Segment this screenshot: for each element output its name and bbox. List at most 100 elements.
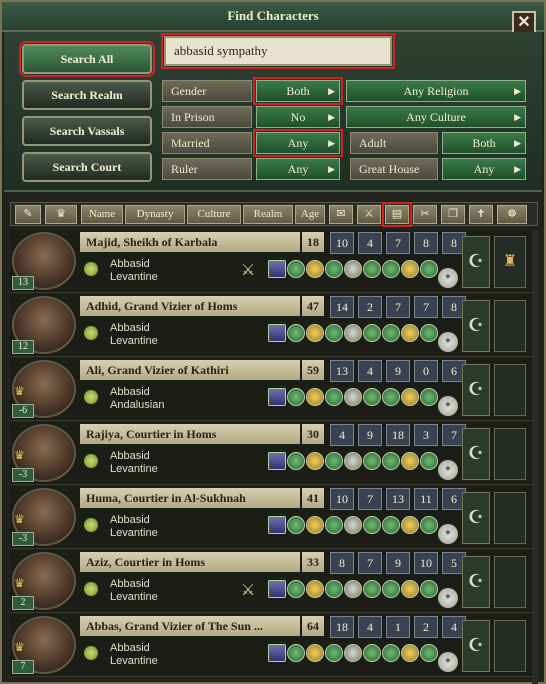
trait-icon[interactable] — [306, 580, 324, 598]
religion-panel[interactable]: ☪ — [462, 620, 490, 672]
title-panel[interactable] — [494, 556, 526, 608]
sort-crown-icon[interactable]: ♛ — [45, 205, 77, 224]
trait-icon[interactable] — [401, 388, 419, 406]
title-panel[interactable] — [494, 620, 526, 672]
trait-icon[interactable] — [382, 516, 400, 534]
ruler-select[interactable]: Any ▶ — [256, 158, 340, 180]
search-all-button[interactable]: Search All — [19, 41, 155, 77]
column-culture[interactable]: Culture — [187, 205, 241, 224]
trait-icon[interactable] — [306, 324, 324, 342]
trait-icon[interactable] — [363, 580, 381, 598]
column-realm[interactable]: Realm — [243, 205, 293, 224]
column-age[interactable]: Age — [295, 205, 325, 224]
trait-icon[interactable] — [401, 324, 419, 342]
gender-select[interactable]: Both ▶ — [253, 77, 343, 105]
title-panel[interactable] — [494, 492, 526, 544]
sort-portrait-icon[interactable]: ✎ — [15, 205, 41, 224]
religion-panel[interactable]: ☪ — [462, 428, 490, 480]
religion-panel[interactable]: ☪ — [462, 364, 490, 416]
trait-icon[interactable] — [363, 388, 381, 406]
trait-icon[interactable] — [287, 388, 305, 406]
column-dynasty[interactable]: Dynasty — [125, 205, 185, 224]
trait-icon[interactable] — [268, 260, 286, 278]
trait-icon[interactable] — [306, 644, 324, 662]
trait-icon[interactable] — [363, 644, 381, 662]
trait-icon[interactable] — [287, 260, 305, 278]
trait-icon[interactable] — [401, 516, 419, 534]
character-row[interactable]: ♛ 2 Aziz, Courtier in Homs 33 8 7 9 10 5 Abbasid L… — [10, 550, 538, 613]
trait-icon[interactable] — [382, 260, 400, 278]
trait-icon[interactable] — [325, 324, 343, 342]
trait-icon[interactable] — [306, 452, 324, 470]
married-select[interactable]: Any ▶ — [253, 129, 343, 157]
trait-icon[interactable] — [325, 580, 343, 598]
trait-icon[interactable] — [382, 388, 400, 406]
character-row[interactable]: ♛ -3 Huma, Courtier in Al-Sukhnah 41 10 7 13 11… — [10, 486, 538, 549]
trait-icon[interactable] — [344, 580, 362, 598]
trait-icon[interactable] — [325, 644, 343, 662]
character-row[interactable]: ♛ -3 Rajiya, Courtier in Homs 30 4 9 18 3 7 Abbas… — [10, 422, 538, 485]
title-panel[interactable] — [494, 300, 526, 352]
character-row[interactable]: ♛ -6 Ali, Grand Vizier of Kathiri 59 13 4 9 0 6 A… — [10, 358, 538, 421]
search-input[interactable]: abbasid sympathy — [161, 33, 395, 69]
trait-icon[interactable] — [287, 644, 305, 662]
column-name[interactable]: Name — [81, 205, 123, 224]
trait-icon[interactable] — [325, 516, 343, 534]
trait-icon[interactable] — [382, 452, 400, 470]
trait-icon[interactable] — [268, 644, 286, 662]
trait-icon[interactable] — [420, 516, 438, 534]
trait-icon[interactable] — [344, 324, 362, 342]
title-panel[interactable]: ♜ — [494, 236, 526, 288]
trait-icon[interactable] — [268, 580, 286, 598]
trait-icon[interactable] — [306, 388, 324, 406]
trait-icon[interactable] — [268, 516, 286, 534]
trait-icon[interactable] — [420, 452, 438, 470]
trait-icon[interactable] — [382, 644, 400, 662]
trait-icon[interactable] — [401, 452, 419, 470]
character-name[interactable]: Rajiya, Courtier in Homs — [80, 424, 300, 444]
trait-icon[interactable] — [325, 260, 343, 278]
trait-icon[interactable] — [344, 452, 362, 470]
trait-icon[interactable] — [306, 260, 324, 278]
trait-icon[interactable] — [268, 452, 286, 470]
adult-select[interactable]: Both ▶ — [442, 132, 526, 154]
sort-learning-icon[interactable]: ❒ — [441, 205, 465, 224]
religion-select[interactable]: Any Religion ▶ — [346, 80, 526, 102]
trait-icon[interactable] — [420, 580, 438, 598]
trait-icon[interactable] — [344, 388, 362, 406]
character-name[interactable]: Majid, Sheikh of Karbala — [80, 232, 300, 252]
trait-icon[interactable] — [420, 388, 438, 406]
culture-select[interactable]: Any Culture ▶ — [346, 106, 526, 128]
trait-icon[interactable] — [287, 452, 305, 470]
trait-icon[interactable] — [382, 324, 400, 342]
religion-panel[interactable]: ☪ — [462, 236, 490, 288]
trait-icon[interactable] — [344, 644, 362, 662]
character-name[interactable]: Ali, Grand Vizier of Kathiri — [80, 360, 300, 380]
trait-icon[interactable] — [344, 260, 362, 278]
sort-intrigue-icon[interactable]: ✂ — [413, 205, 437, 224]
sort-diplomacy-icon[interactable]: ✉ — [329, 205, 353, 224]
trait-icon[interactable] — [287, 324, 305, 342]
trait-icon[interactable] — [363, 324, 381, 342]
trait-icon[interactable] — [325, 388, 343, 406]
trait-icon[interactable] — [363, 516, 381, 534]
great-house-select[interactable]: Any ▶ — [442, 158, 526, 180]
religion-panel[interactable]: ☪ — [462, 300, 490, 352]
trait-icon[interactable] — [344, 516, 362, 534]
character-name[interactable]: Abbas, Grand Vizier of The Sun ... — [80, 616, 300, 636]
trait-icon[interactable] — [268, 388, 286, 406]
sort-martial-icon[interactable]: ⚔ — [357, 205, 381, 224]
trait-icon[interactable] — [401, 260, 419, 278]
title-panel[interactable] — [494, 428, 526, 480]
scrollbar[interactable] — [532, 230, 538, 684]
character-name[interactable]: Aziz, Courtier in Homs — [80, 552, 300, 572]
character-row[interactable]: 12 Adhid, Grand Vizier of Homs 47 14 2 7 7 8 Abb… — [10, 294, 538, 357]
search-vassals-button[interactable]: Search Vassals — [22, 116, 152, 146]
trait-icon[interactable] — [382, 580, 400, 598]
trait-icon[interactable] — [363, 452, 381, 470]
trait-icon[interactable] — [287, 580, 305, 598]
trait-icon[interactable] — [401, 580, 419, 598]
in-prison-select[interactable]: No ▶ — [256, 106, 340, 128]
title-panel[interactable] — [494, 364, 526, 416]
trait-icon[interactable] — [306, 516, 324, 534]
